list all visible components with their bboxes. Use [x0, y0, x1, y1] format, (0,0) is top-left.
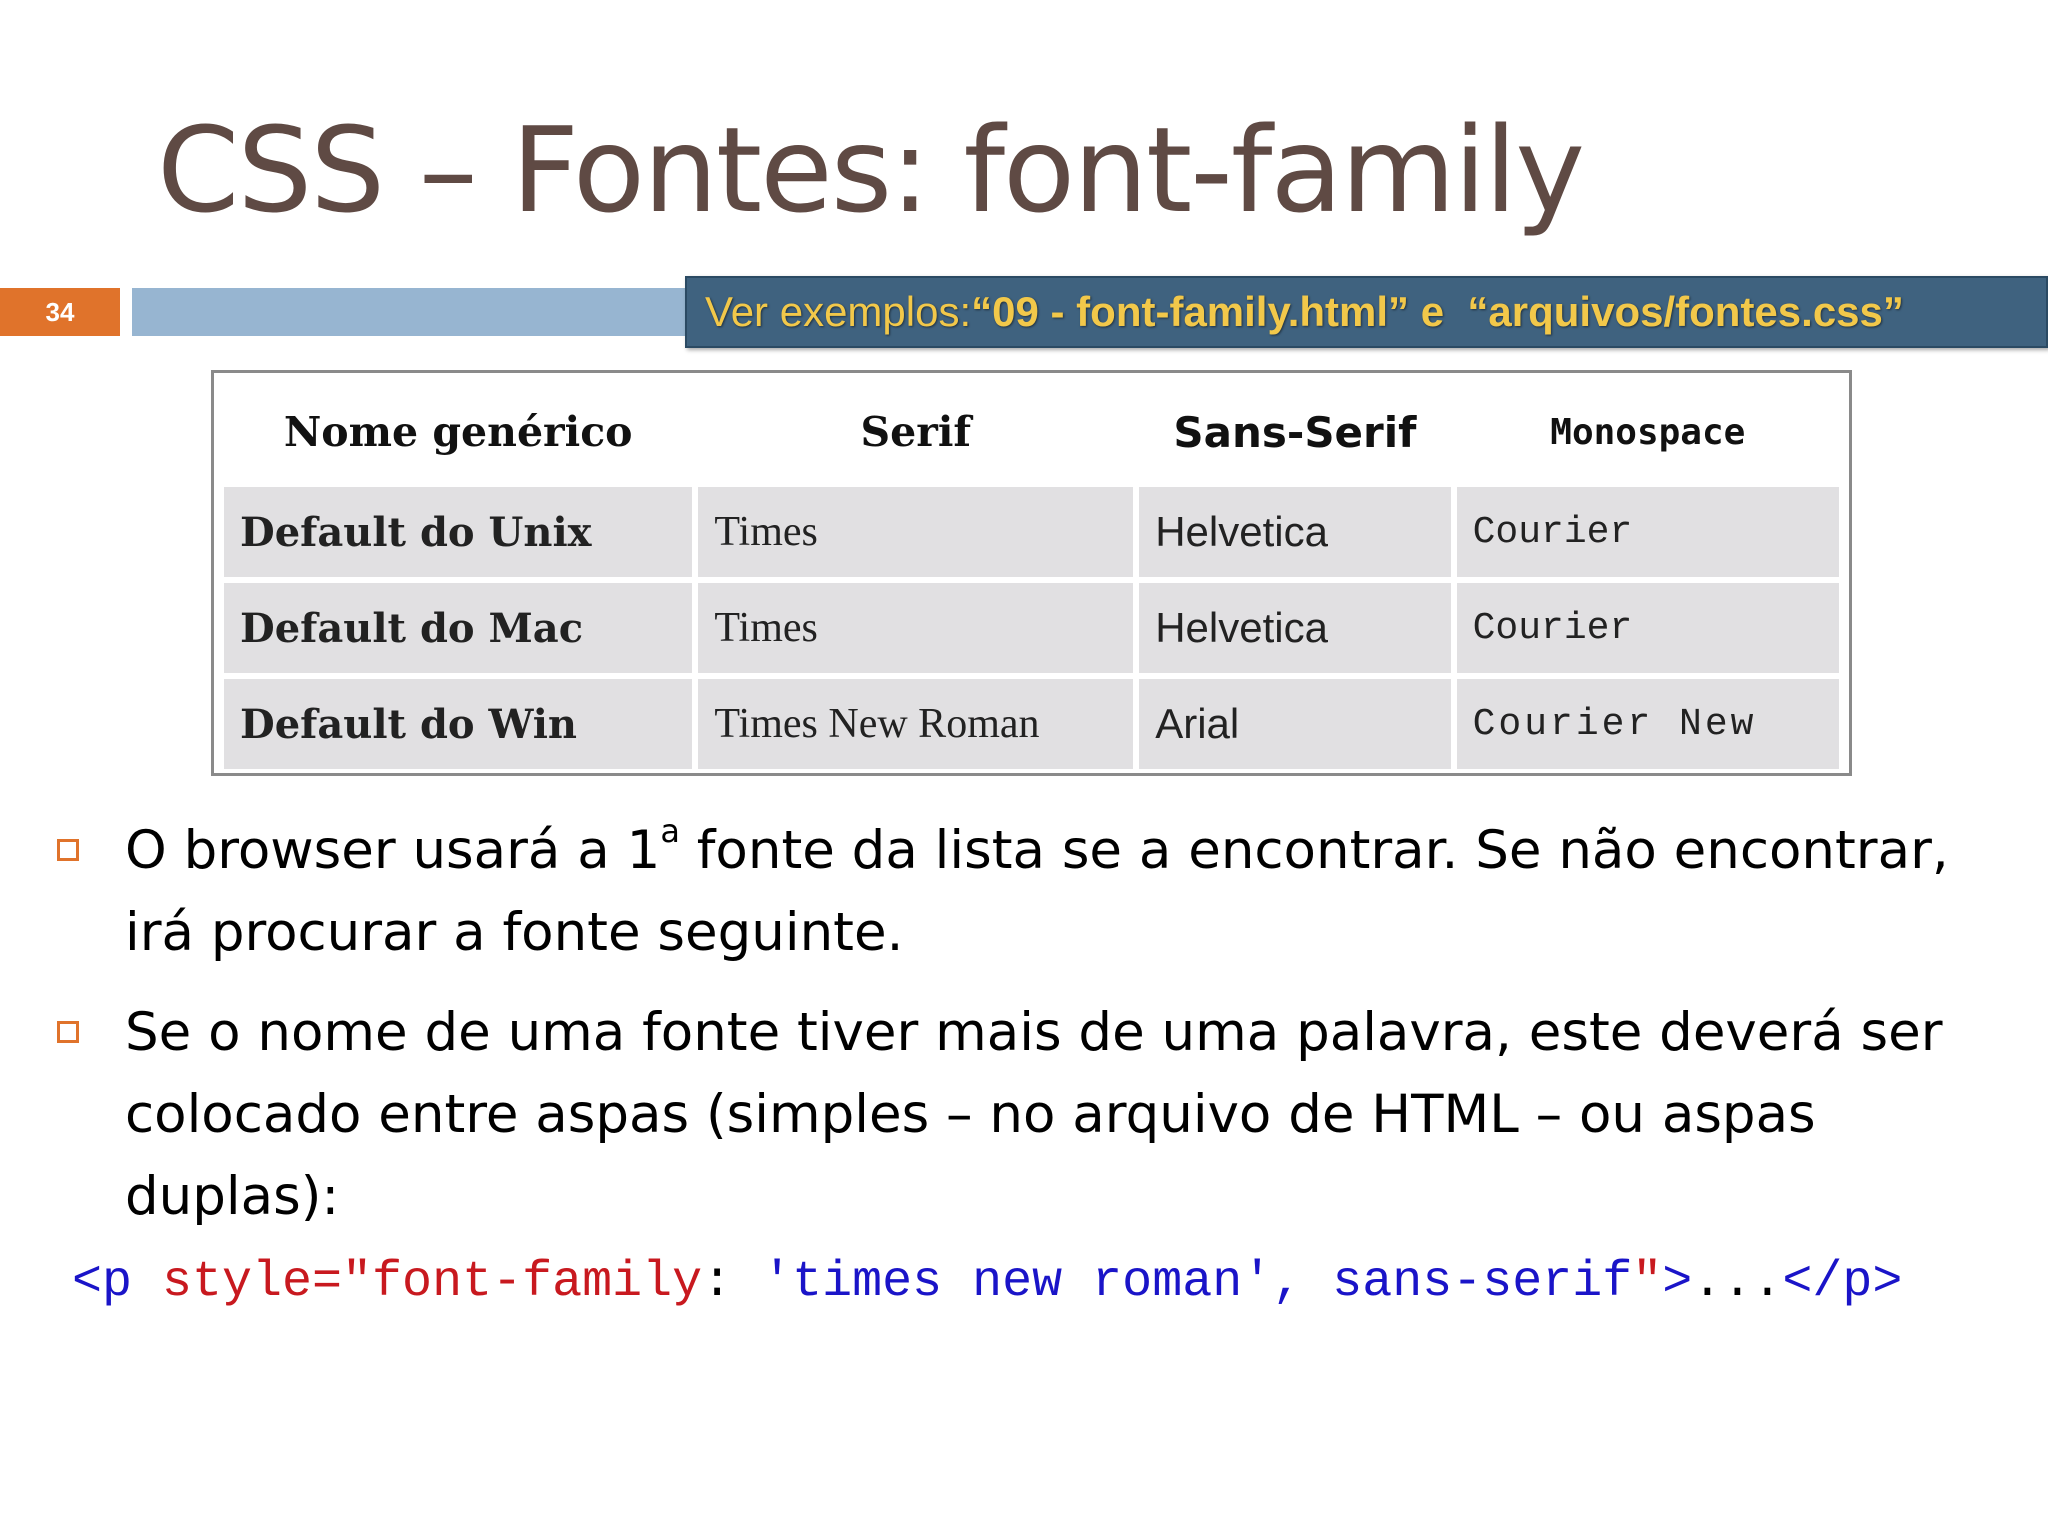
code-attribute: style="font-family	[132, 1254, 703, 1311]
cell-serif: Times	[698, 487, 1134, 577]
reference-file-css: “arquivos/fontes.css”	[1467, 288, 1904, 335]
code-example: <p style="font-family: 'times new roman'…	[72, 1248, 1902, 1318]
table-row: Default do Mac Times Helvetica Courier	[224, 583, 1839, 673]
examples-reference-box: Ver exemplos: “09 - font-family.html” e …	[685, 276, 2048, 348]
code-value: 'times new roman', sans-serif	[762, 1254, 1633, 1311]
list-item: Se o nome de uma fonte tiver mais de uma…	[50, 992, 2010, 1238]
reference-conjunction: e	[1409, 288, 1468, 335]
cell-monospace: Courier New	[1456, 679, 1839, 769]
cell-monospace: Courier	[1456, 487, 1839, 577]
reference-prefix: Ver exemplos:	[705, 288, 972, 335]
table-row: Default do Win Times New Roman Arial Cou…	[224, 679, 1839, 769]
code-quote: "	[1632, 1254, 1663, 1311]
bullet-list: O browser usará a 1a fonte da lista se a…	[50, 810, 2010, 1256]
bullet-square-icon	[57, 839, 79, 861]
list-item: O browser usará a 1a fonte da lista se a…	[50, 810, 2010, 974]
font-family-table: Nome genérico Serif Sans-Serif Monospace…	[211, 370, 1852, 776]
bullet-square-icon	[57, 1021, 79, 1043]
code-ellipsis: ...	[1692, 1254, 1783, 1311]
code-colon: :	[702, 1254, 763, 1311]
cell-monospace: Courier	[1456, 583, 1839, 673]
cell-sans-serif: Helvetica	[1139, 583, 1451, 673]
cell-serif: Times	[698, 583, 1134, 673]
header-serif: Serif	[860, 408, 972, 456]
cell-sans-serif: Arial	[1139, 679, 1451, 769]
code-tag-open: <p	[72, 1254, 133, 1311]
slide-number: 34	[0, 288, 120, 336]
cell-sans-serif: Helvetica	[1139, 487, 1451, 577]
cell-serif: Times New Roman	[698, 679, 1134, 769]
reference-file-html: “09 - font-family.html”	[971, 288, 1410, 335]
header-generic-name: Nome genérico	[283, 408, 633, 456]
table-row: Default do Unix Times Helvetica Courier	[224, 487, 1839, 577]
slide-title: CSS – Fontes: font-family	[157, 101, 1585, 239]
header-monospace: Monospace	[1550, 411, 1746, 453]
row-label: Default do Mac	[224, 583, 693, 673]
code-end-tag: </p>	[1782, 1254, 1903, 1311]
header-sans-serif: Sans-Serif	[1173, 407, 1417, 457]
bullet-text: Se o nome de uma fonte tiver mais de uma…	[125, 1002, 1943, 1227]
bullet-text-start: O browser usará a 1	[125, 820, 661, 881]
table-header-row: Nome genérico Serif Sans-Serif Monospace	[224, 383, 1839, 481]
row-label: Default do Unix	[224, 487, 693, 577]
code-tag-close: >	[1662, 1254, 1693, 1311]
row-label: Default do Win	[224, 679, 693, 769]
ordinal-superscript: a	[660, 812, 680, 850]
